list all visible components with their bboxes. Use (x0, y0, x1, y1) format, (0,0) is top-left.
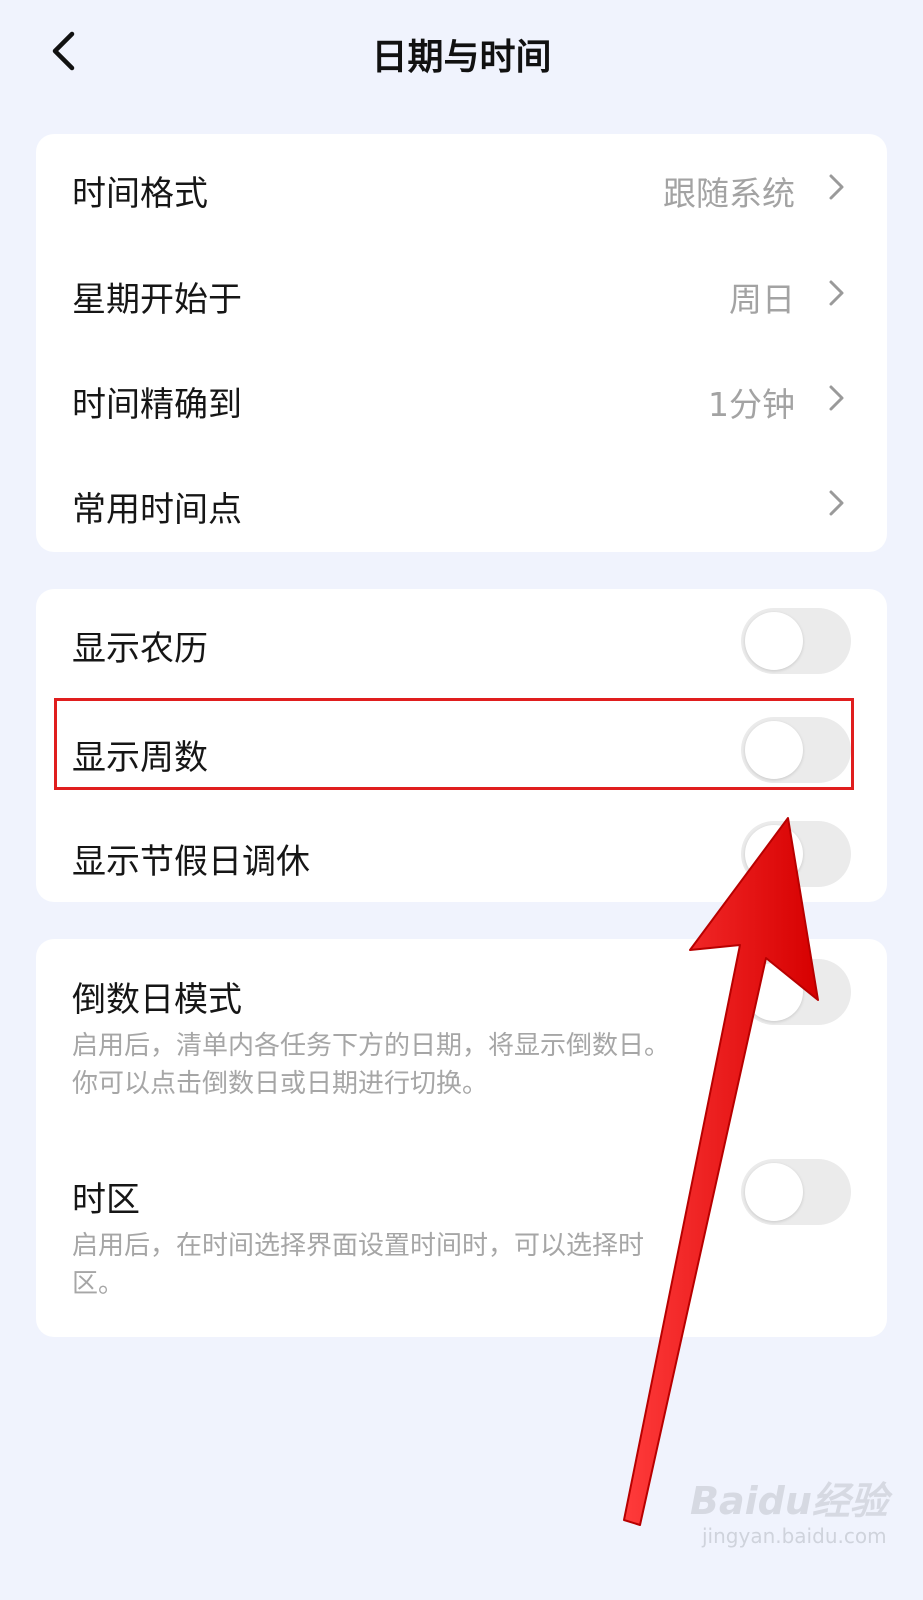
row-label: 倒数日模式 (72, 980, 242, 1020)
toggle-knob (745, 825, 803, 883)
toggle-knob (745, 1163, 803, 1221)
watermark-site: jingyan.baidu.com (702, 1524, 887, 1548)
chevron-right-icon (823, 380, 849, 416)
toggle-show-lunar[interactable] (741, 608, 851, 674)
page-title: 日期与时间 (371, 37, 552, 78)
row-description: 启用后，在时间选择界面设置时间时，可以选择时 区。 (72, 1227, 712, 1303)
toggle-knob (745, 963, 803, 1021)
row-label: 显示农历 (72, 629, 208, 669)
row-time-format[interactable]: 时间格式 跟随系统 (36, 134, 887, 238)
description-line: 你可以点击倒数日或日期进行切换。 (72, 1069, 489, 1099)
settings-card-format: 时间格式 跟随系统 星期开始于 周日 时间精确到 1分钟 常用时间点 (36, 134, 887, 552)
row-countdown-mode: 倒数日模式 启用后，清单内各任务下方的日期，将显示倒数日。 你可以点击倒数日或日… (36, 939, 887, 1129)
row-time-precision[interactable]: 时间精确到 1分钟 (36, 342, 887, 446)
row-common-times[interactable]: 常用时间点 (36, 446, 887, 552)
row-description: 启用后，清单内各任务下方的日期，将显示倒数日。 你可以点击倒数日或日期进行切换。 (72, 1027, 752, 1103)
toggle-show-holiday-shift[interactable] (741, 821, 851, 887)
toggle-countdown-mode[interactable] (741, 959, 851, 1025)
chevron-right-icon (823, 485, 849, 521)
row-label: 显示节假日调休 (72, 842, 310, 882)
row-value: 跟随系统 (663, 174, 795, 213)
chevron-right-icon (823, 169, 849, 205)
settings-card-advanced: 倒数日模式 启用后，清单内各任务下方的日期，将显示倒数日。 你可以点击倒数日或日… (36, 939, 887, 1337)
toggle-timezone[interactable] (741, 1159, 851, 1225)
watermark: Baidu经验 jingyan.baidu.com (690, 1470, 890, 1560)
toggle-knob (745, 612, 803, 670)
description-line: 启用后，清单内各任务下方的日期，将显示倒数日。 (72, 1031, 671, 1061)
row-label: 常用时间点 (72, 490, 242, 530)
row-label: 时区 (72, 1180, 140, 1220)
row-show-holiday-shift: 显示节假日调休 (36, 797, 887, 902)
row-week-start[interactable]: 星期开始于 周日 (36, 238, 887, 342)
description-line: 启用后，在时间选择界面设置时间时，可以选择时 (72, 1231, 645, 1261)
annotation-highlight-box (54, 698, 854, 790)
top-bar: 日期与时间 (0, 0, 923, 110)
row-timezone: 时区 启用后，在时间选择界面设置时间时，可以选择时 区。 (36, 1139, 887, 1337)
row-show-lunar: 显示农历 (36, 589, 887, 693)
row-label: 星期开始于 (72, 280, 242, 320)
row-label: 时间精确到 (72, 385, 242, 425)
chevron-right-icon (823, 275, 849, 311)
row-value: 周日 (729, 280, 795, 319)
row-label: 时间格式 (72, 174, 208, 214)
description-line: 区。 (72, 1269, 125, 1299)
row-value: 1分钟 (708, 385, 795, 424)
watermark-brand: Baidu经验 (690, 1479, 888, 1523)
